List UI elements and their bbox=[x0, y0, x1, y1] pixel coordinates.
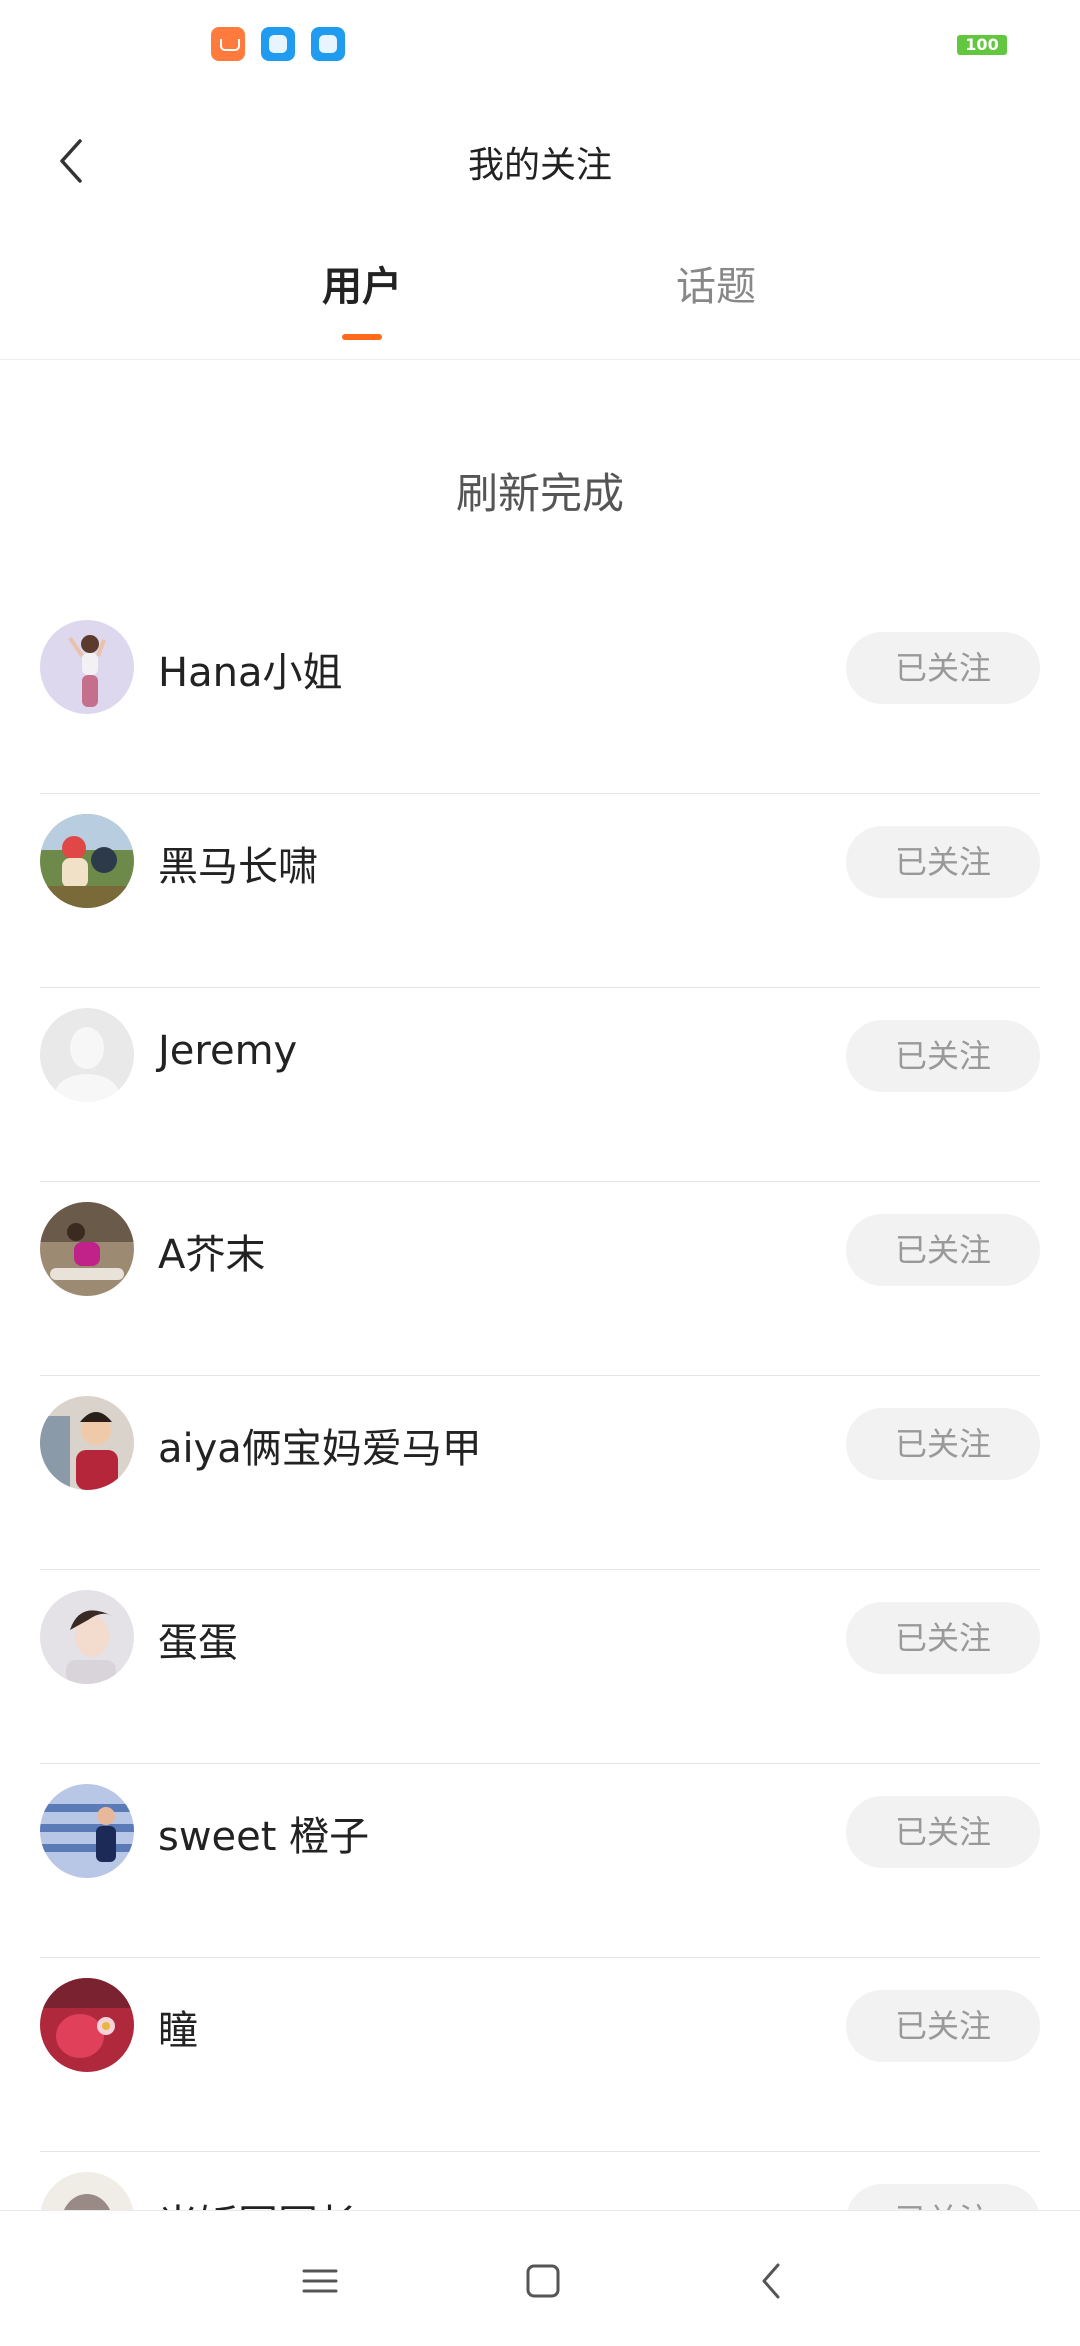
following-button[interactable]: 已关注 bbox=[846, 1990, 1040, 2062]
tab-bar: 用户 话题 bbox=[0, 240, 1080, 360]
nav-back-button[interactable] bbox=[742, 2251, 802, 2311]
home-button[interactable] bbox=[513, 2251, 573, 2311]
list-item[interactable]: Hana小姐 已关注 bbox=[40, 600, 1040, 794]
username[interactable]: aiya俩宝妈爱马甲 bbox=[158, 1416, 482, 1474]
active-tab-indicator bbox=[342, 334, 382, 340]
status-bar: 100 bbox=[0, 0, 1080, 90]
mi-store-icon bbox=[211, 27, 245, 61]
blue-app-icon bbox=[261, 27, 295, 61]
page-title: 我的关注 bbox=[467, 145, 612, 186]
list-item[interactable]: A芥末 已关注 bbox=[40, 1182, 1040, 1376]
home-icon bbox=[526, 2264, 560, 2298]
list-item[interactable]: aiya俩宝妈爱马甲 已关注 bbox=[40, 1376, 1040, 1570]
following-button[interactable]: 已关注 bbox=[846, 632, 1040, 704]
following-button[interactable]: 已关注 bbox=[846, 1020, 1040, 1092]
following-button[interactable]: 已关注 bbox=[846, 1408, 1040, 1480]
default-avatar[interactable] bbox=[40, 1008, 134, 1102]
blue-app-icon bbox=[311, 27, 345, 61]
list-item[interactable]: 黑马长啸 已关注 bbox=[40, 794, 1040, 988]
following-button[interactable]: 已关注 bbox=[846, 826, 1040, 898]
menu-icon bbox=[302, 2269, 338, 2293]
avatar[interactable] bbox=[40, 1978, 134, 2072]
system-nav-bar bbox=[0, 2210, 1080, 2340]
tab-users[interactable]: 用户 bbox=[282, 254, 442, 312]
username[interactable]: 蛋蛋 bbox=[158, 1610, 238, 1668]
avatar[interactable] bbox=[40, 620, 134, 714]
username[interactable]: sweet 橙子 bbox=[158, 1804, 369, 1862]
avatar[interactable] bbox=[40, 1784, 134, 1878]
following-button[interactable]: 已关注 bbox=[846, 1796, 1040, 1868]
menu-button[interactable] bbox=[290, 2251, 350, 2311]
avatar[interactable] bbox=[40, 1396, 134, 1490]
username[interactable]: 黑马长啸 bbox=[158, 834, 318, 892]
back-icon bbox=[762, 2263, 780, 2299]
header: 我的关注 bbox=[0, 110, 1080, 210]
avatar[interactable] bbox=[40, 1202, 134, 1296]
following-button[interactable]: 已关注 bbox=[846, 1214, 1040, 1286]
avatar[interactable] bbox=[40, 814, 134, 908]
avatar[interactable] bbox=[40, 1590, 134, 1684]
battery-indicator: 100 bbox=[957, 35, 1007, 55]
tab-topics[interactable]: 话题 bbox=[636, 254, 796, 312]
list-item[interactable]: 瞳 已关注 bbox=[40, 1958, 1040, 2152]
username[interactable]: A芥末 bbox=[158, 1222, 265, 1280]
username[interactable]: 瞳 bbox=[158, 1998, 198, 2056]
list-item[interactable]: Jeremy 已关注 bbox=[40, 988, 1040, 1182]
following-button[interactable]: 已关注 bbox=[846, 1602, 1040, 1674]
list-item[interactable]: 蛋蛋 已关注 bbox=[40, 1570, 1040, 1764]
username[interactable]: Hana小姐 bbox=[158, 640, 342, 698]
refresh-status: 刷新完成 bbox=[455, 469, 624, 518]
username[interactable]: Jeremy bbox=[158, 1028, 297, 1074]
list-item[interactable]: sweet 橙子 已关注 bbox=[40, 1764, 1040, 1958]
